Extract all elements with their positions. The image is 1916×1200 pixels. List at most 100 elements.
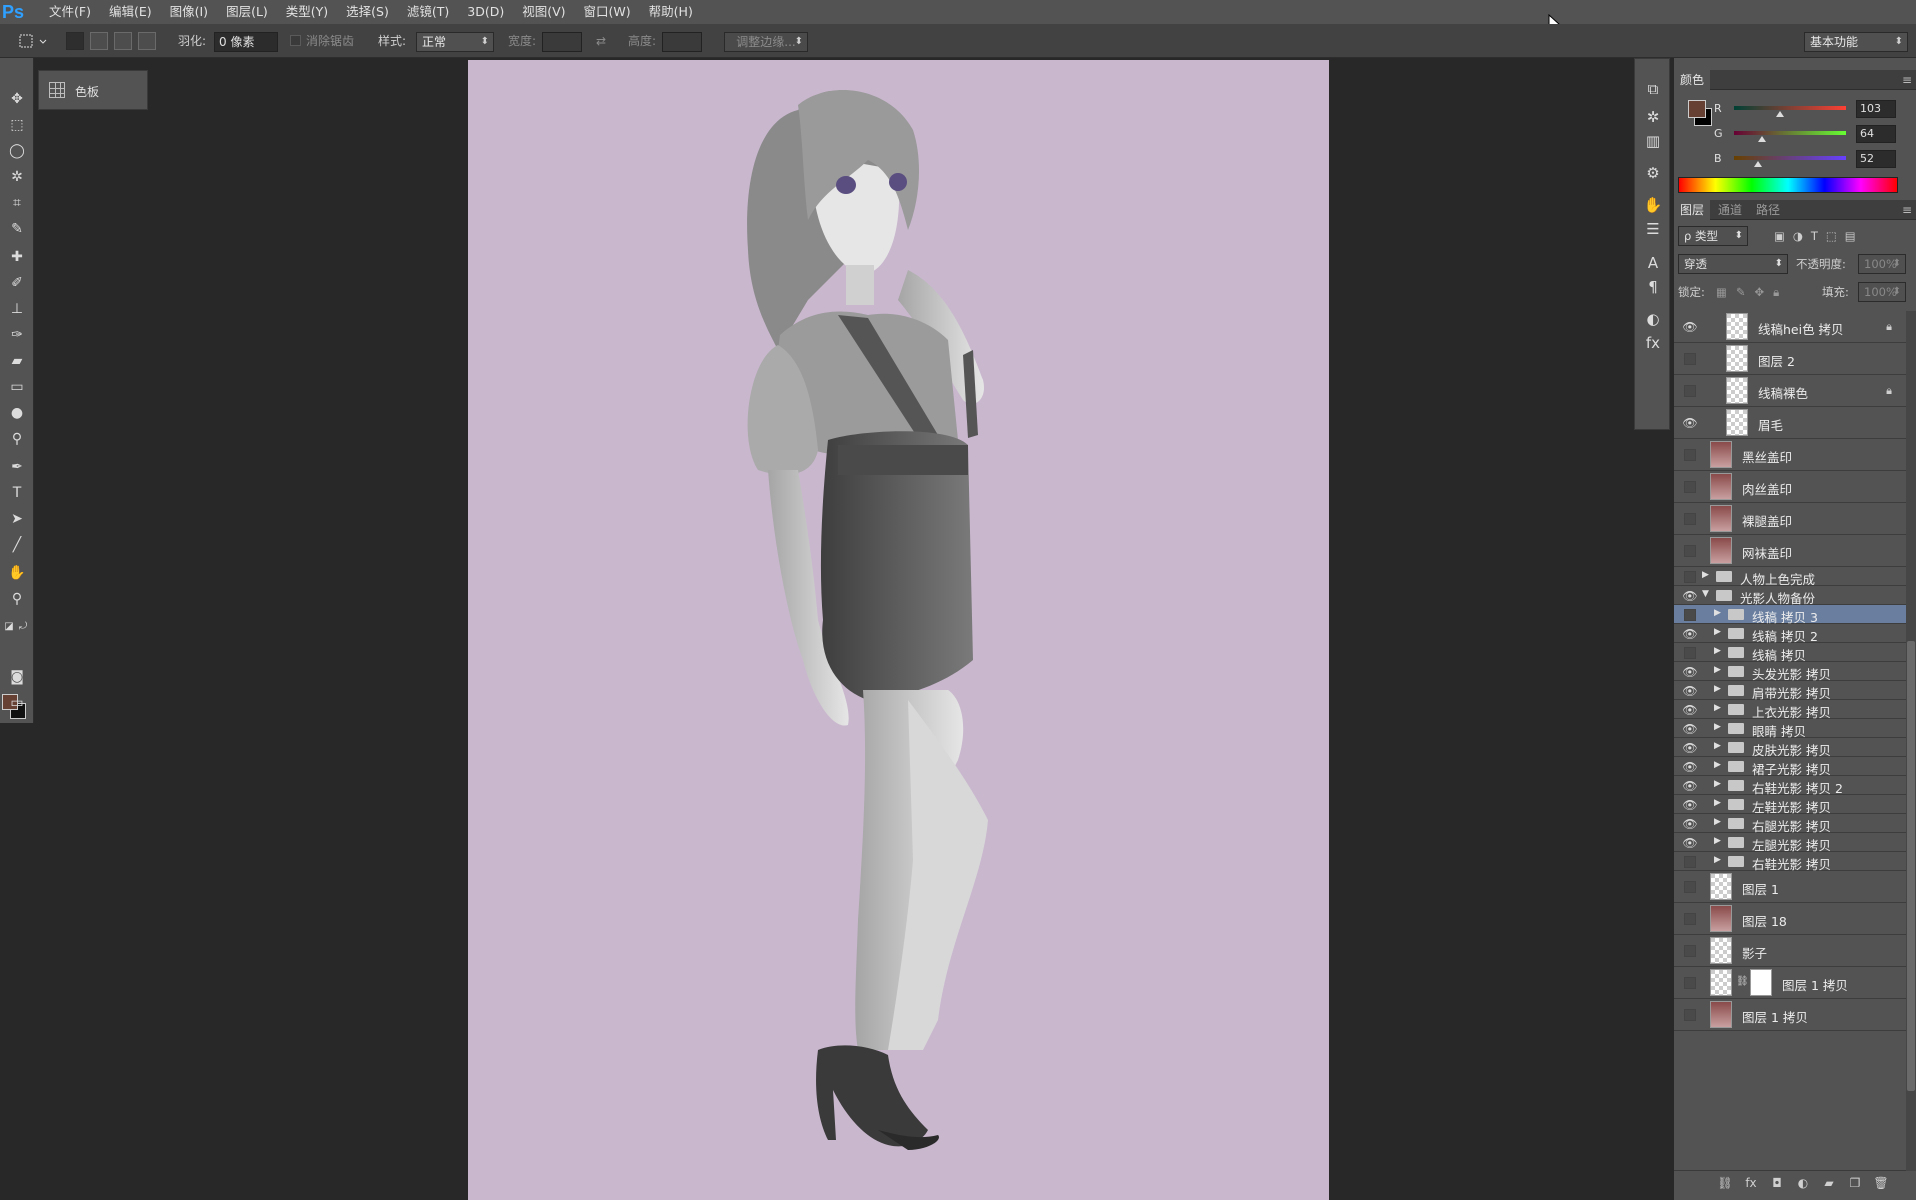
visibility-toggle[interactable]	[1684, 856, 1696, 868]
tab-channels[interactable]: 通道	[1712, 200, 1748, 220]
visibility-toggle[interactable]	[1684, 913, 1696, 925]
new-selection-icon[interactable]	[66, 32, 84, 50]
blue-value-input[interactable]: 52	[1856, 150, 1896, 168]
layer-comps-icon[interactable]: fx	[1643, 333, 1663, 353]
layer-group-row[interactable]: 👁︎ ▶ 线稿 拷贝 2	[1674, 624, 1906, 644]
rect-marquee-tool-icon[interactable]: ⬚	[5, 114, 29, 136]
layer-row[interactable]: ⛓ 图层 1 拷贝	[1674, 967, 1906, 999]
delete-layer-icon[interactable]: 🗑︎	[1872, 1174, 1890, 1192]
add-mask-icon[interactable]: ◘	[1768, 1174, 1786, 1192]
histogram-icon[interactable]: ▥	[1643, 131, 1663, 151]
lock-icons[interactable]: ▦✎✥🔒︎	[1716, 282, 1788, 302]
adjustment-layer-icon[interactable]: ◐	[1794, 1174, 1812, 1192]
menu-3d[interactable]: 3D(D)	[458, 0, 513, 24]
group-expand-arrow-icon[interactable]: ▶	[1714, 703, 1721, 713]
layers-scrollbar[interactable]	[1906, 311, 1916, 1171]
history-brush-tool-icon[interactable]: ✑	[5, 324, 29, 346]
group-expand-arrow-icon[interactable]: ▶	[1714, 722, 1721, 732]
crop-tool-icon[interactable]: ⌗	[5, 192, 29, 214]
marquee-tool-preset-icon[interactable]	[16, 31, 50, 51]
red-value-input[interactable]: 103	[1856, 100, 1896, 118]
group-expand-arrow-icon[interactable]: ▶	[1714, 741, 1721, 751]
menu-image[interactable]: 图像(I)	[161, 0, 217, 24]
visibility-eye-icon[interactable]: 👁︎	[1682, 665, 1698, 679]
layer-filter-icons[interactable]: ▣◑T⬚▤	[1774, 226, 1904, 246]
paragraph-panel-icon[interactable]: ¶	[1643, 277, 1663, 297]
default-colors-icon[interactable]: ◪	[2, 616, 16, 638]
color-panel-foreground-swatch[interactable]	[1688, 100, 1706, 118]
layer-row[interactable]: 网袜盖印	[1674, 535, 1906, 567]
layer-row[interactable]: 👁︎ 眉毛	[1674, 407, 1906, 439]
tab-paths[interactable]: 路径	[1750, 200, 1786, 220]
fill-input[interactable]: 100%	[1858, 282, 1906, 302]
visibility-toggle[interactable]	[1684, 353, 1696, 365]
history-panel-icon[interactable]: ⧉	[1643, 79, 1663, 99]
green-slider-track[interactable]	[1734, 131, 1846, 135]
group-expand-arrow-icon[interactable]: ▶	[1714, 836, 1721, 846]
layer-row[interactable]: 图层 1	[1674, 871, 1906, 903]
blur-tool-icon[interactable]: ●	[5, 402, 29, 424]
layer-group-row[interactable]: ▶ 线稿 拷贝 3	[1674, 605, 1906, 625]
group-expand-arrow-icon[interactable]: ▶	[1714, 684, 1721, 694]
color-spectrum-ramp[interactable]	[1678, 177, 1898, 193]
refine-edge-button[interactable]: 调整边缘...	[724, 32, 808, 52]
brush-tool-icon[interactable]: ✐	[5, 272, 29, 294]
opacity-input[interactable]: 100%	[1858, 254, 1906, 274]
group-expand-arrow-icon[interactable]: ▶	[1714, 608, 1721, 618]
visibility-toggle[interactable]	[1684, 481, 1696, 493]
style-dropdown[interactable]: 正常	[416, 32, 494, 52]
red-slider-thumb[interactable]	[1776, 111, 1784, 117]
width-input[interactable]	[542, 32, 582, 52]
eyedropper-tool-icon[interactable]: ✎	[5, 218, 29, 240]
layers-panel-menu-icon[interactable]: ≡	[1896, 200, 1916, 220]
group-expand-arrow-icon[interactable]: ▶	[1714, 760, 1721, 770]
document-canvas[interactable]	[468, 60, 1329, 1200]
layer-group-row[interactable]: 👁︎ ▶ 左腿光影 拷贝	[1674, 833, 1906, 853]
intersect-selection-icon[interactable]	[138, 32, 156, 50]
menu-edit[interactable]: 编辑(E)	[100, 0, 161, 24]
layer-group-row[interactable]: 👁︎ ▼ 光影人物备份	[1674, 586, 1906, 606]
visibility-eye-icon[interactable]: 👁︎	[1682, 320, 1698, 334]
group-expand-arrow-icon[interactable]: ▶	[1714, 855, 1721, 865]
visibility-toggle[interactable]	[1684, 1009, 1696, 1021]
properties-icon[interactable]: ⚙	[1643, 163, 1663, 183]
workspace-dropdown[interactable]: 基本功能	[1804, 32, 1908, 52]
menu-window[interactable]: 窗口(W)	[575, 0, 640, 24]
green-slider-thumb[interactable]	[1758, 136, 1766, 142]
group-expand-arrow-icon[interactable]: ▶	[1714, 646, 1721, 656]
layer-group-row[interactable]: ▶ 右鞋光影 拷贝	[1674, 852, 1906, 872]
tool-presets-icon[interactable]: ✋	[1643, 195, 1663, 215]
add-to-selection-icon[interactable]	[90, 32, 108, 50]
layer-filter-kind-dropdown[interactable]: ρ 类型	[1678, 226, 1748, 246]
layer-group-row[interactable]: 👁︎ ▶ 右腿光影 拷贝	[1674, 814, 1906, 834]
layer-row[interactable]: 影子	[1674, 935, 1906, 967]
visibility-toggle[interactable]	[1684, 647, 1696, 659]
layer-group-row[interactable]: ▶ 线稿 拷贝	[1674, 643, 1906, 663]
visibility-eye-icon[interactable]: 👁︎	[1682, 722, 1698, 736]
blend-mode-dropdown[interactable]: 穿透	[1678, 254, 1788, 274]
layer-group-row[interactable]: 👁︎ ▶ 右鞋光影 拷贝 2	[1674, 776, 1906, 796]
layer-row[interactable]: 裸腿盖印	[1674, 503, 1906, 535]
layer-group-row[interactable]: 👁︎ ▶ 皮肤光影 拷贝	[1674, 738, 1906, 758]
swap-dimensions-icon[interactable]: ⇄	[596, 31, 606, 51]
type-tool-icon[interactable]: T	[5, 482, 29, 504]
visibility-toggle[interactable]	[1684, 945, 1696, 957]
zoom-tool-icon[interactable]: ⚲	[5, 588, 29, 610]
layer-row[interactable]: 线稿裸色 🔒︎	[1674, 375, 1906, 407]
path-selection-tool-icon[interactable]: ➤	[5, 508, 29, 530]
visibility-eye-icon[interactable]: 👁︎	[1682, 416, 1698, 430]
visibility-toggle[interactable]	[1684, 545, 1696, 557]
height-input[interactable]	[662, 32, 702, 52]
swap-colors-icon[interactable]: ⤾	[16, 616, 30, 638]
panel-menu-icon[interactable]: ≡	[1896, 70, 1916, 90]
quick-mask-icon[interactable]: ◙	[5, 666, 29, 688]
red-slider-track[interactable]	[1734, 106, 1846, 110]
visibility-toggle[interactable]	[1684, 881, 1696, 893]
antialias-checkbox[interactable]	[290, 31, 302, 51]
visibility-eye-icon[interactable]: 👁︎	[1682, 779, 1698, 793]
menu-filter[interactable]: 滤镜(T)	[398, 0, 458, 24]
pen-tool-icon[interactable]: ✒	[5, 456, 29, 478]
line-tool-icon[interactable]: ╱	[5, 534, 29, 556]
layer-row[interactable]: 图层 1 拷贝	[1674, 999, 1906, 1031]
character-panel-icon[interactable]: A	[1643, 253, 1663, 273]
